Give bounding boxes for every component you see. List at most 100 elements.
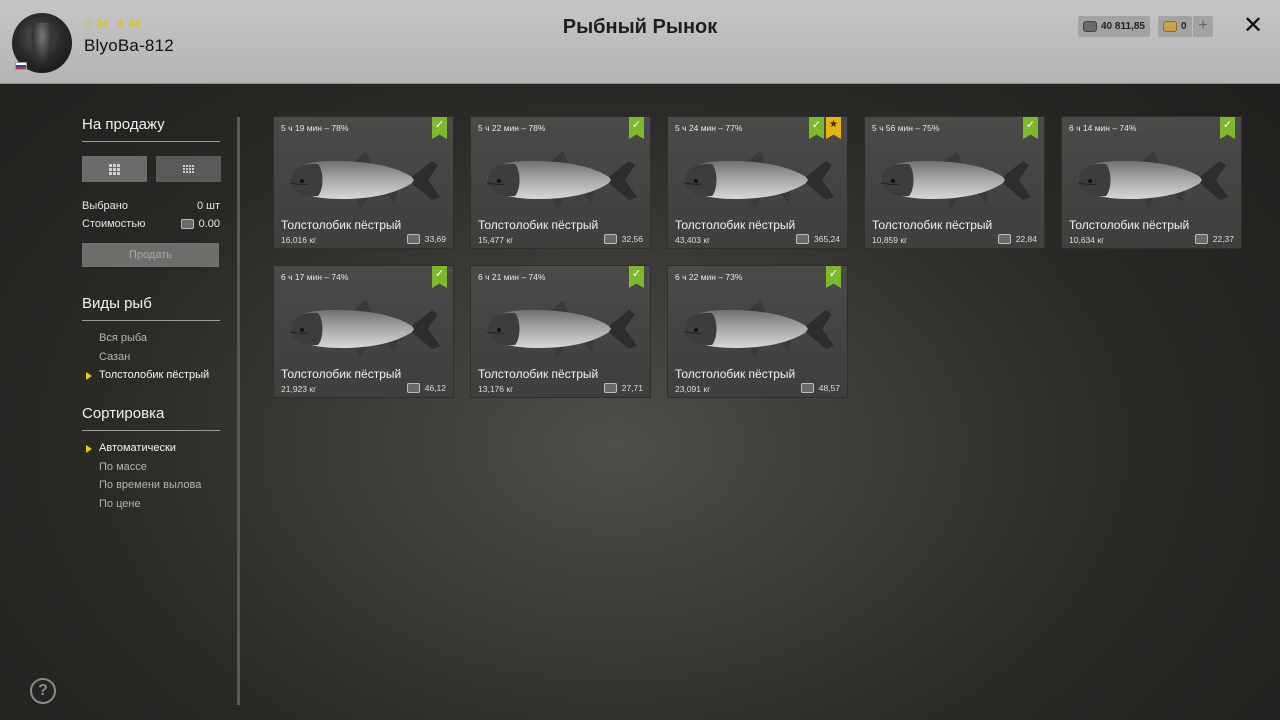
- catch-time-freshness: 6 ч 17 мин – 74%: [281, 272, 349, 282]
- fish-image: [479, 147, 645, 213]
- star-badge-icon[interactable]: ★: [826, 117, 841, 139]
- check-badge-icon[interactable]: ✓: [809, 117, 824, 139]
- catch-time-freshness: 5 ч 19 мин – 78%: [281, 123, 349, 133]
- fish-price-value: 365,24: [814, 234, 840, 244]
- fish-image: [282, 147, 448, 213]
- card-badges: ✓: [432, 117, 447, 139]
- cost-display: 0.00: [180, 218, 220, 230]
- check-badge-icon[interactable]: ✓: [1220, 117, 1235, 139]
- check-badge-icon[interactable]: ✓: [432, 266, 447, 288]
- fish-price-value: 33,69: [424, 234, 446, 244]
- sort-auto[interactable]: Автоматически: [85, 442, 201, 461]
- card-badges: ✓: [432, 266, 447, 288]
- fish-image: [873, 147, 1039, 213]
- catch-time-freshness: 6 ч 21 мин – 74%: [478, 272, 546, 282]
- sort-by-price[interactable]: По цене: [99, 498, 201, 517]
- fish-weight: 21,923 кг: [281, 384, 317, 394]
- fish-price: 27,71: [603, 383, 643, 393]
- card-badges: ✓: [1220, 117, 1235, 139]
- fish-price-value: 27,71: [621, 383, 643, 393]
- fish-card[interactable]: 5 ч 56 мин – 75% ✓ Толстолобик пёстрый 10,…: [864, 116, 1045, 249]
- card-badges: ✓: [826, 266, 841, 288]
- fish-price: 46,12: [406, 383, 446, 393]
- silver-coin-icon: [1194, 234, 1208, 244]
- fish-name: Толстолобик пёстрый: [281, 367, 402, 381]
- gold-balance: 0: [1158, 16, 1192, 37]
- fish-price-value: 48,57: [818, 383, 840, 393]
- help-button[interactable]: ?: [30, 678, 56, 704]
- fish-image: [479, 296, 645, 362]
- catch-time-freshness: 5 ч 24 мин – 77%: [675, 123, 743, 133]
- silver-coin-icon: [997, 234, 1011, 244]
- fish-price-value: 46,12: [424, 383, 446, 393]
- fish-weight: 16,016 кг: [281, 235, 317, 245]
- sort-by-mass[interactable]: По массе: [99, 461, 201, 480]
- check-badge-icon[interactable]: ✓: [1023, 117, 1038, 139]
- fish-weight: 10,859 кг: [872, 235, 908, 245]
- card-badges: ✓: [629, 266, 644, 288]
- russia-flag-icon: [15, 62, 27, 70]
- fish-price-value: 32,56: [621, 234, 643, 244]
- fish-card[interactable]: 6 ч 14 мин – 74% ✓ Толстолобик пёстрый 10,…: [1061, 116, 1242, 249]
- add-currency-button[interactable]: +: [1193, 16, 1213, 37]
- fish-image: [282, 296, 448, 362]
- check-badge-icon[interactable]: ✓: [432, 117, 447, 139]
- fish-type-bighead-carp[interactable]: Толстолобик пёстрый: [85, 369, 209, 388]
- fish-image: [676, 296, 842, 362]
- check-badge-icon[interactable]: ✓: [629, 266, 644, 288]
- card-badges: ✓: [1023, 117, 1038, 139]
- fish-card[interactable]: 5 ч 24 мин – 77% ✓ ★ Толстолобик пёстрый 43…: [667, 116, 848, 249]
- fish-price: 22,37: [1194, 234, 1234, 244]
- close-button[interactable]: ✕: [1240, 13, 1266, 39]
- sidebar-divider: [237, 117, 240, 705]
- fish-weight: 13,176 кг: [478, 384, 514, 394]
- fish-price: 22,84: [997, 234, 1037, 244]
- fish-price-value: 22,84: [1015, 234, 1037, 244]
- selected-row: Выбрано 0 шт: [82, 200, 220, 212]
- fish-type-all[interactable]: Вся рыба: [99, 332, 209, 351]
- username: BlyoBa-812: [84, 36, 174, 55]
- large-grid-view-button[interactable]: [82, 156, 147, 182]
- fish-name: Толстолобик пёстрый: [1069, 218, 1190, 232]
- gold-value: 0: [1181, 21, 1187, 32]
- for-sale-heading: На продажу: [82, 116, 220, 142]
- cost-value: 0.00: [198, 218, 220, 230]
- small-grid-view-button[interactable]: [156, 156, 221, 182]
- silver-coin-icon: [180, 219, 194, 229]
- catch-time-freshness: 6 ч 22 мин – 73%: [675, 272, 743, 282]
- selected-value: 0 шт: [196, 200, 220, 212]
- fish-name: Толстолобик пёстрый: [478, 218, 599, 232]
- card-badges: ✓ ★: [809, 117, 841, 139]
- fish-price: 32,56: [603, 234, 643, 244]
- silver-coin-icon: [406, 383, 420, 393]
- fish-weight: 10,634 кг: [1069, 235, 1105, 245]
- sort-by-catch-time[interactable]: По времени вылова: [99, 479, 201, 498]
- fish-image: [676, 147, 842, 213]
- fish-card[interactable]: 6 ч 22 мин – 73% ✓ Толстолобик пёстрый 23,…: [667, 265, 848, 398]
- catch-time-freshness: 6 ч 14 мин – 74%: [1069, 123, 1137, 133]
- catch-time-freshness: 5 ч 22 мин – 78%: [478, 123, 546, 133]
- fish-price: 365,24: [796, 234, 840, 244]
- fish-name: Толстолобик пёстрый: [872, 218, 993, 232]
- fish-price: 48,57: [800, 383, 840, 393]
- fish-card[interactable]: 5 ч 22 мин – 78% ✓ Толстолобик пёстрый 15,…: [470, 116, 651, 249]
- grid-large-icon: [109, 163, 120, 175]
- silver-coin-icon: [800, 383, 814, 393]
- fish-price: 33,69: [406, 234, 446, 244]
- check-badge-icon[interactable]: ✓: [629, 117, 644, 139]
- silver-coin-icon: [603, 383, 617, 393]
- fish-card[interactable]: 6 ч 17 мин – 74% ✓ Толстолобик пёстрый 21,…: [273, 265, 454, 398]
- fish-type-carp[interactable]: Сазан: [99, 351, 209, 370]
- fish-card[interactable]: 6 ч 21 мин – 74% ✓ Толстолобик пёстрый 13,…: [470, 265, 651, 398]
- fish-image: [1070, 147, 1236, 213]
- silver-balance: 40 811,85: [1078, 16, 1150, 37]
- sort-list: Автоматически По массе По времени вылова…: [85, 442, 201, 517]
- fish-name: Толстолобик пёстрый: [675, 367, 796, 381]
- check-badge-icon[interactable]: ✓: [826, 266, 841, 288]
- fish-card[interactable]: 5 ч 19 мин – 78% ✓ Толстолобик пёстрый 16,…: [273, 116, 454, 249]
- sell-button[interactable]: Продать: [82, 243, 219, 267]
- fish-name: Толстолобик пёстрый: [281, 218, 402, 232]
- gold-coin-icon: [1163, 21, 1177, 32]
- cost-label: Стоимостью: [82, 218, 146, 230]
- fish-weight: 43,403 кг: [675, 235, 711, 245]
